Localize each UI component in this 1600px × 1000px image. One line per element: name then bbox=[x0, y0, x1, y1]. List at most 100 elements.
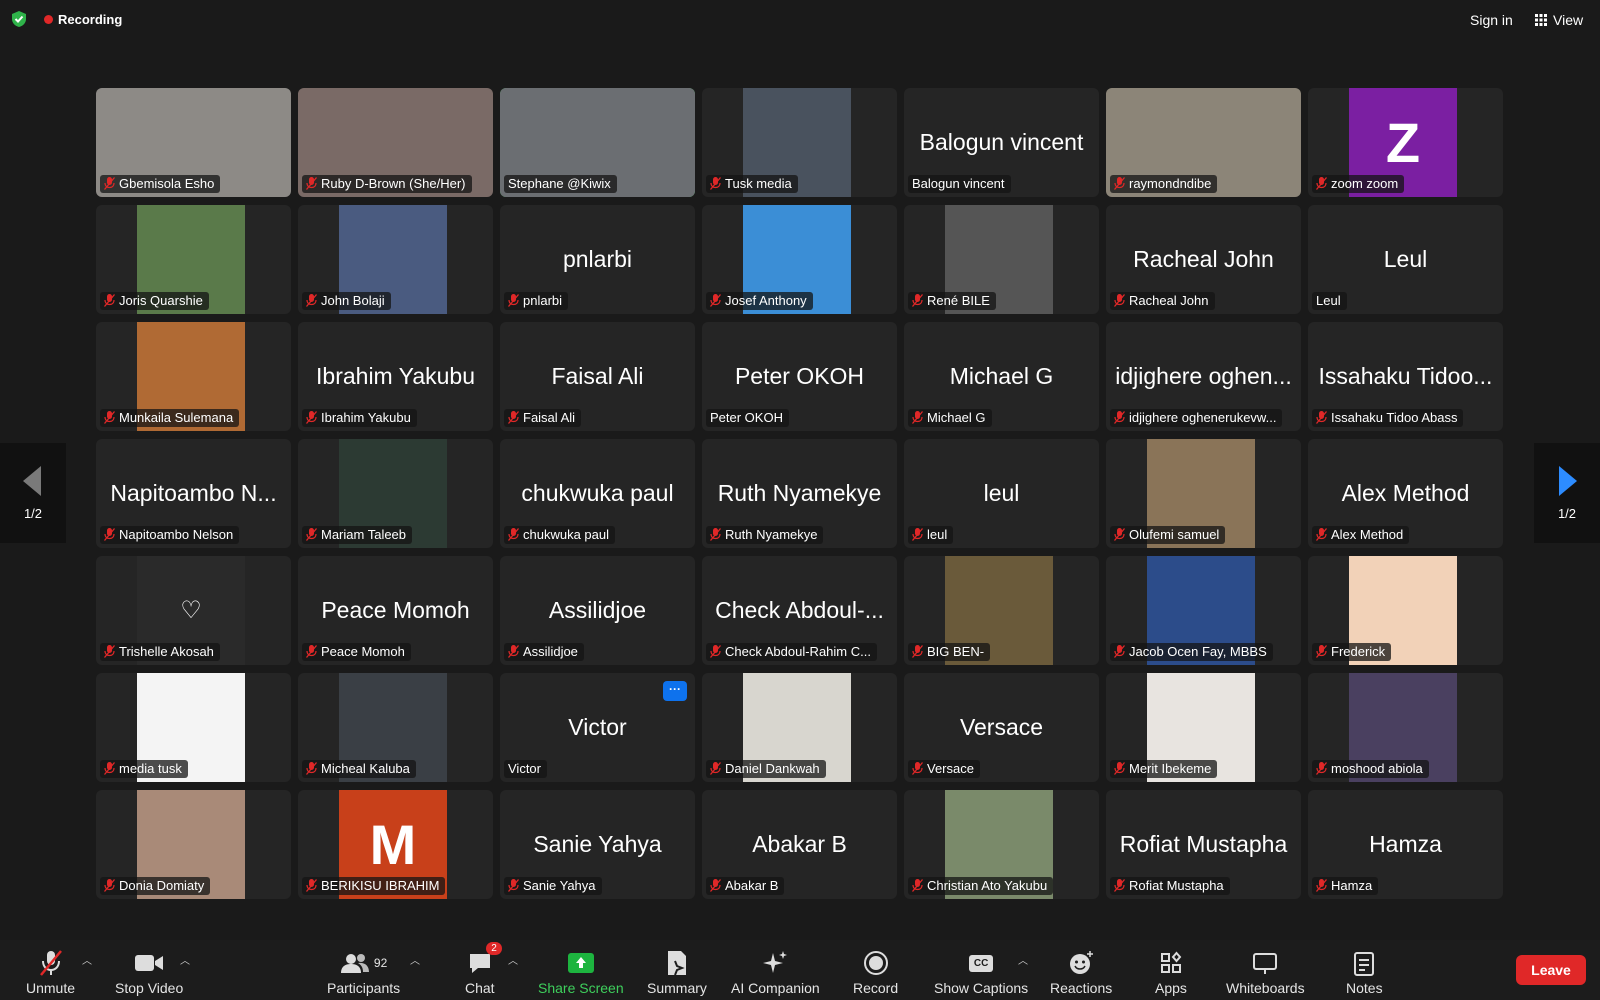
participant-tile[interactable]: moshood abiola bbox=[1308, 673, 1503, 782]
participant-name: Stephane @Kiwix bbox=[508, 176, 611, 191]
participant-tile[interactable]: Peace Momoh Peace Momoh bbox=[298, 556, 493, 665]
participant-tile[interactable]: Victor ··· Victor bbox=[500, 673, 695, 782]
participant-tile[interactable]: Joris Quarshie bbox=[96, 205, 291, 314]
participant-name-label: Ruby D-Brown (She/Her) bbox=[302, 175, 472, 193]
notes-button[interactable]: Notes bbox=[1346, 948, 1383, 996]
whiteboards-button[interactable]: Whiteboards bbox=[1226, 948, 1305, 996]
participant-name-label: Ruth Nyamekye bbox=[706, 526, 824, 544]
participant-tile[interactable]: pnlarbi pnlarbi bbox=[500, 205, 695, 314]
participant-tile[interactable]: Versace Versace bbox=[904, 673, 1099, 782]
mic-muted-icon bbox=[104, 528, 115, 541]
participant-name: media tusk bbox=[119, 761, 182, 776]
next-page-button[interactable]: 1/2 bbox=[1534, 443, 1600, 543]
participant-tile[interactable]: Ibrahim Yakubu Ibrahim Yakubu bbox=[298, 322, 493, 431]
participant-tile[interactable]: Tusk media bbox=[702, 88, 897, 197]
share-screen-button[interactable]: Share Screen bbox=[538, 948, 624, 996]
mic-muted-icon bbox=[306, 177, 317, 190]
participant-tile[interactable]: Josef Anthony bbox=[702, 205, 897, 314]
participant-tile[interactable]: Stephane @Kiwix bbox=[500, 88, 695, 197]
participant-tile[interactable]: Christian Ato Yakubu bbox=[904, 790, 1099, 899]
unmute-button[interactable]: Unmute bbox=[26, 948, 75, 996]
participant-tile[interactable]: Donia Domiaty bbox=[96, 790, 291, 899]
participant-tile[interactable]: Faisal Ali Faisal Ali bbox=[500, 322, 695, 431]
participant-tile[interactable]: Assilidjoe Assilidjoe bbox=[500, 556, 695, 665]
participant-tile[interactable]: Munkaila Sulemana bbox=[96, 322, 291, 431]
mic-muted-icon bbox=[104, 879, 115, 892]
participant-tile[interactable]: Michael G Michael G bbox=[904, 322, 1099, 431]
apps-button[interactable]: Apps bbox=[1155, 948, 1187, 996]
previous-page-button[interactable]: 1/2 bbox=[0, 443, 66, 543]
participant-tile[interactable]: Daniel Dankwah bbox=[702, 673, 897, 782]
participants-caret-icon[interactable]: ︿ bbox=[410, 952, 420, 967]
participant-tile[interactable]: Alex Method Alex Method bbox=[1308, 439, 1503, 548]
participant-tile[interactable]: René BILE bbox=[904, 205, 1099, 314]
participant-name-label: Rofiat Mustapha bbox=[1110, 877, 1230, 895]
participant-tile[interactable]: idjighere oghen... idjighere oghenerukevw… bbox=[1106, 322, 1301, 431]
participant-tile[interactable]: leul leul bbox=[904, 439, 1099, 548]
participant-tile[interactable]: Frederick bbox=[1308, 556, 1503, 665]
recording-indicator[interactable]: Recording bbox=[44, 12, 122, 27]
audio-options-caret-icon[interactable]: ︿ bbox=[82, 952, 92, 967]
chat-button[interactable]: 2 Chat bbox=[465, 942, 502, 996]
mic-muted-icon bbox=[104, 177, 115, 190]
participant-tile[interactable]: Ruth Nyamekye Ruth Nyamekye bbox=[702, 439, 897, 548]
participant-tile[interactable]: raymondndibe bbox=[1106, 88, 1301, 197]
participant-tile[interactable]: Balogun vincent Balogun vincent bbox=[904, 88, 1099, 197]
participant-tile[interactable]: Gbemisola Esho bbox=[96, 88, 291, 197]
participants-button[interactable]: 92 Participants bbox=[327, 948, 400, 996]
reactions-button[interactable]: Reactions bbox=[1050, 948, 1112, 996]
participant-tile[interactable]: ♡ Trishelle Akosah bbox=[96, 556, 291, 665]
view-button[interactable]: View bbox=[1535, 12, 1583, 28]
participant-name-label: moshood abiola bbox=[1312, 760, 1429, 778]
participant-name-label: Michael G bbox=[908, 409, 992, 427]
participant-tile[interactable]: Peter OKOH Peter OKOH bbox=[702, 322, 897, 431]
participant-name-label: BIG BEN- bbox=[908, 643, 991, 661]
participant-tile[interactable]: Rofiat Mustapha Rofiat Mustapha bbox=[1106, 790, 1301, 899]
participant-tile[interactable]: Hamza Hamza bbox=[1308, 790, 1503, 899]
leave-button[interactable]: Leave bbox=[1516, 955, 1586, 985]
participant-tile[interactable]: Jacob Ocen Fay, MBBS bbox=[1106, 556, 1301, 665]
participant-tile[interactable]: Zzoom zoom bbox=[1308, 88, 1503, 197]
mic-muted-icon bbox=[912, 528, 923, 541]
participant-tile[interactable]: media tusk bbox=[96, 673, 291, 782]
captions-caret-icon[interactable]: ︿ bbox=[1018, 952, 1028, 967]
participant-tile[interactable]: Issahaku Tidoo... Issahaku Tidoo Abass bbox=[1308, 322, 1503, 431]
participant-name: leul bbox=[927, 527, 948, 542]
ai-companion-button[interactable]: AI Companion bbox=[731, 948, 820, 996]
show-captions-button[interactable]: CC Show Captions bbox=[934, 948, 1028, 996]
more-options-button[interactable]: ··· bbox=[663, 681, 687, 701]
reactions-smiley-icon bbox=[1070, 951, 1094, 974]
participant-tile[interactable]: Leul Leul bbox=[1308, 205, 1503, 314]
participant-name: Trishelle Akosah bbox=[119, 644, 214, 659]
summary-button[interactable]: Summary bbox=[647, 948, 707, 996]
participant-name: Frederick bbox=[1331, 644, 1386, 659]
participant-name: zoom zoom bbox=[1331, 176, 1399, 191]
participant-name: Victor bbox=[508, 761, 541, 776]
chat-unread-badge: 2 bbox=[486, 942, 502, 955]
participant-tile[interactable]: Sanie Yahya Sanie Yahya bbox=[500, 790, 695, 899]
participant-tile[interactable]: Mariam Taleeb bbox=[298, 439, 493, 548]
chat-caret-icon[interactable]: ︿ bbox=[508, 952, 518, 967]
participant-tile[interactable]: M BERIKISU IBRAHIM bbox=[298, 790, 493, 899]
participant-name-label: John Bolaji bbox=[302, 292, 391, 310]
participant-tile[interactable]: Abakar B Abakar B bbox=[702, 790, 897, 899]
participant-tile[interactable]: John Bolaji bbox=[298, 205, 493, 314]
participant-tile[interactable]: Micheal Kaluba bbox=[298, 673, 493, 782]
participant-name: Ibrahim Yakubu bbox=[321, 410, 411, 425]
participant-tile[interactable]: Napitoambo N... Napitoambo Nelson bbox=[96, 439, 291, 548]
participant-tile[interactable]: Merit Ibekeme bbox=[1106, 673, 1301, 782]
summary-document-icon bbox=[667, 951, 686, 976]
sign-in-link[interactable]: Sign in bbox=[1470, 12, 1513, 28]
security-shield-icon[interactable] bbox=[10, 10, 28, 28]
mic-muted-icon bbox=[508, 528, 519, 541]
stop-video-button[interactable]: Stop Video bbox=[115, 948, 183, 996]
participant-tile[interactable]: chukwuka paul chukwuka paul bbox=[500, 439, 695, 548]
participant-tile[interactable]: Racheal John Racheal John bbox=[1106, 205, 1301, 314]
participant-tile[interactable]: Olufemi samuel bbox=[1106, 439, 1301, 548]
participant-name: moshood abiola bbox=[1331, 761, 1423, 776]
participant-tile[interactable]: Check Abdoul-... Check Abdoul-Rahim C... bbox=[702, 556, 897, 665]
participant-tile[interactable]: BIG BEN- bbox=[904, 556, 1099, 665]
video-options-caret-icon[interactable]: ︿ bbox=[180, 952, 190, 967]
record-button[interactable]: Record bbox=[853, 948, 898, 996]
participant-tile[interactable]: Ruby D-Brown (She/Her) bbox=[298, 88, 493, 197]
